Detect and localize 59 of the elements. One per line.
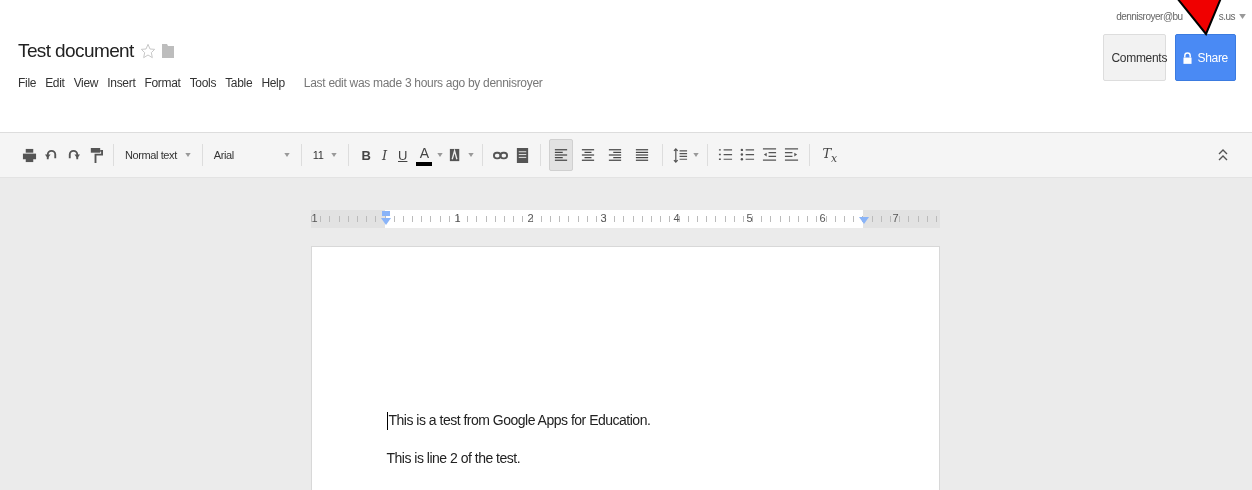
dropdown-button[interactable]: 11 bbox=[309, 149, 341, 161]
ruler[interactable]: 1 1 2 3 4 5 6 7 bbox=[310, 210, 940, 228]
menu-item[interactable]: Table bbox=[225, 76, 253, 90]
star-icon[interactable] bbox=[139, 43, 156, 59]
numbered-list-icon[interactable] bbox=[718, 147, 734, 163]
align-icon bbox=[554, 148, 569, 162]
paint-roller-icon[interactable] bbox=[88, 147, 103, 163]
menu-item[interactable]: Tools bbox=[189, 76, 217, 90]
caret-icon bbox=[283, 153, 290, 157]
ruler-number: 1 bbox=[453, 212, 462, 224]
account-email[interactable]: s.us bbox=[1218, 11, 1235, 22]
align-icon bbox=[581, 148, 596, 162]
ruler-number: 7 bbox=[891, 212, 900, 224]
text-cursor bbox=[386, 412, 388, 430]
indent-marker[interactable] bbox=[380, 211, 391, 227]
format-button[interactable]: I bbox=[377, 147, 391, 163]
align-button[interactable] bbox=[549, 139, 574, 171]
lock-icon bbox=[1183, 51, 1193, 64]
format-button[interactable]: U bbox=[394, 147, 412, 163]
align-icon bbox=[608, 148, 623, 162]
caret-icon bbox=[184, 153, 191, 157]
format-button[interactable]: B bbox=[357, 147, 375, 163]
clear-formatting-button[interactable]: T$_{x}$ bbox=[818, 145, 842, 165]
ruler-number: 3 bbox=[599, 212, 608, 224]
menu-item[interactable]: Help bbox=[261, 76, 285, 90]
menu-item[interactable]: View bbox=[73, 76, 99, 90]
menu-item[interactable]: Insert bbox=[107, 76, 136, 90]
bulleted-list-icon[interactable] bbox=[740, 147, 756, 163]
ruler-number: 5 bbox=[745, 212, 754, 224]
increase-indent-icon[interactable] bbox=[784, 147, 800, 163]
menu-item[interactable]: Format bbox=[144, 76, 181, 90]
align-icon bbox=[635, 148, 650, 162]
last-edit-link[interactable]: Last edit was made 3 hours ago by dennisroyer bbox=[303, 76, 543, 90]
caret-icon[interactable] bbox=[693, 153, 700, 157]
text-color-button[interactable]: A bbox=[414, 144, 435, 166]
ruler-number: 2 bbox=[526, 212, 535, 224]
ruler-number: 1 bbox=[310, 212, 319, 224]
menu-item[interactable]: File bbox=[18, 76, 37, 90]
dropdown-button[interactable]: Arial bbox=[210, 149, 293, 161]
dropdown-button[interactable]: Normal text bbox=[122, 149, 194, 161]
indent-marker[interactable] bbox=[858, 215, 869, 225]
dropdown-caret-icon[interactable] bbox=[1239, 14, 1246, 19]
menu-item[interactable]: Edit bbox=[45, 76, 65, 90]
comments-button[interactable]: Comments bbox=[1103, 34, 1167, 81]
caret-icon[interactable] bbox=[437, 153, 444, 157]
decrease-indent-icon[interactable] bbox=[762, 147, 778, 163]
comment-icon[interactable] bbox=[515, 147, 531, 163]
ruler-number: 6 bbox=[818, 212, 827, 224]
caret-icon[interactable] bbox=[468, 153, 475, 157]
print-icon[interactable] bbox=[22, 147, 37, 163]
document-title[interactable]: Test document bbox=[18, 40, 134, 62]
caret-icon bbox=[331, 153, 338, 157]
ruler-number: 4 bbox=[672, 212, 681, 224]
line-spacing-icon[interactable] bbox=[673, 147, 689, 163]
document-page[interactable]: This is a test from Google Apps for Education. This is line 2 of the test. bbox=[310, 246, 940, 490]
paragraph: This is a test from Google Apps for Education. bbox=[388, 412, 651, 428]
account-email[interactable]: dennisroyer@bu bbox=[1116, 11, 1183, 22]
collapse-icon[interactable] bbox=[1218, 148, 1228, 162]
paragraph: This is line 2 of the test. bbox=[386, 450, 521, 466]
